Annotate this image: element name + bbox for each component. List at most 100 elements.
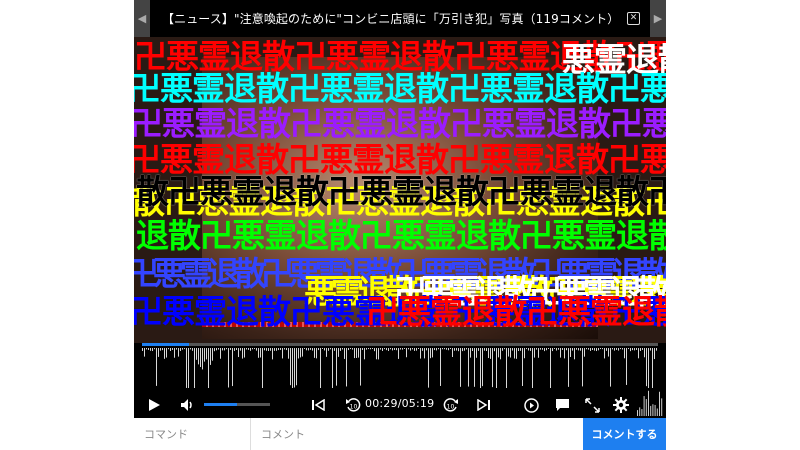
density-bar (386, 348, 387, 351)
density-bar (524, 348, 525, 359)
density-bar (492, 348, 493, 388)
density-bar (270, 348, 271, 351)
density-bar (274, 348, 275, 351)
density-bar (322, 348, 323, 350)
next-video-button[interactable]: ▶ (650, 0, 666, 37)
comment-toggle-button[interactable] (552, 392, 572, 418)
density-bar (402, 348, 403, 350)
density-bar (530, 348, 531, 351)
density-bar (302, 348, 303, 357)
gear-icon (613, 397, 629, 413)
density-bar (568, 348, 569, 387)
close-icon[interactable]: ✕ (627, 12, 640, 25)
comment-bar: コメントする (134, 418, 666, 450)
density-bar (612, 348, 613, 350)
density-bar (542, 348, 543, 350)
density-bar (330, 348, 331, 350)
density-bar (346, 348, 347, 387)
skip-to-start-button[interactable] (308, 392, 328, 418)
density-bar (306, 348, 307, 351)
play-button[interactable] (144, 392, 164, 418)
density-bar (310, 348, 311, 350)
comment-input[interactable] (251, 418, 583, 450)
density-bar (288, 348, 289, 359)
density-bar (256, 348, 257, 351)
density-bar (324, 348, 325, 351)
density-bar (366, 348, 367, 350)
density-bar (486, 348, 487, 351)
density-bar (224, 348, 225, 351)
volume-slider[interactable] (204, 403, 270, 406)
density-bar (536, 348, 537, 350)
density-bar (640, 348, 641, 351)
skip-to-end-button[interactable] (474, 392, 494, 418)
density-bar (540, 348, 541, 350)
density-bar (588, 348, 589, 350)
settings-button[interactable] (611, 392, 631, 418)
video-area[interactable]: 卍悪霊退散卍悪霊退散卍悪霊退散卍悪霊退散 悪霊退散卍 卍悪霊退散卍悪霊退散卍悪霊… (134, 37, 666, 343)
loop-button[interactable] (521, 392, 541, 418)
volume-button[interactable] (178, 392, 198, 418)
mini-graph-bar (661, 398, 663, 416)
density-bar (582, 348, 583, 387)
svg-text:10: 10 (349, 403, 357, 410)
density-bar (428, 348, 429, 388)
density-bar (250, 348, 251, 351)
density-bar (552, 348, 553, 352)
density-bar (266, 348, 267, 351)
density-bar (488, 348, 489, 359)
play-icon (149, 399, 160, 411)
density-bar (614, 348, 615, 351)
density-bar (314, 348, 315, 358)
forward-10-button[interactable]: 10 (440, 392, 460, 418)
density-bar (332, 348, 333, 388)
density-bar (508, 348, 509, 357)
command-input[interactable] (134, 418, 251, 450)
density-bar (234, 348, 235, 351)
density-bar (594, 348, 595, 351)
density-bar (154, 348, 155, 350)
density-bar (342, 348, 343, 350)
density-bar (372, 348, 373, 350)
mini-graph-bar (659, 391, 660, 416)
density-bar (562, 348, 563, 350)
density-bar (208, 348, 209, 388)
density-bar (466, 348, 467, 350)
fullscreen-button[interactable] (582, 392, 602, 418)
comment-submit-button[interactable]: コメントする (583, 418, 666, 450)
density-bar (464, 348, 465, 351)
density-bar (616, 348, 617, 350)
density-bar (304, 348, 305, 350)
density-bar (232, 348, 233, 387)
prev-video-button[interactable]: ◀ (134, 0, 150, 37)
density-bar (142, 348, 143, 351)
density-bar (236, 348, 237, 350)
rewind-10-button[interactable]: 10 (343, 392, 363, 418)
density-bar (424, 348, 425, 359)
density-bar (598, 348, 599, 351)
mini-graph-bar (656, 408, 658, 416)
density-bar (196, 348, 197, 360)
density-bar (144, 348, 145, 357)
density-bar (650, 348, 651, 351)
density-bar (202, 348, 203, 370)
density-bar (268, 348, 269, 351)
density-bar (294, 348, 295, 388)
density-bar (192, 348, 193, 351)
density-bar (388, 348, 389, 351)
density-bar (430, 348, 431, 359)
player-controls: 10 00:29/05:19 10 (134, 390, 666, 418)
density-bar (378, 348, 379, 360)
density-bar (356, 348, 357, 358)
density-bar (440, 348, 441, 386)
density-bar (500, 348, 501, 360)
density-bar (198, 348, 199, 365)
density-bar (218, 348, 219, 350)
density-bar (644, 348, 645, 358)
density-bar (426, 348, 427, 351)
seek-bar[interactable] (142, 343, 658, 346)
skip-to-end-icon (477, 399, 490, 411)
density-bar (504, 348, 505, 350)
density-bar (574, 348, 575, 360)
comment-graph-toggle[interactable] (636, 386, 664, 416)
